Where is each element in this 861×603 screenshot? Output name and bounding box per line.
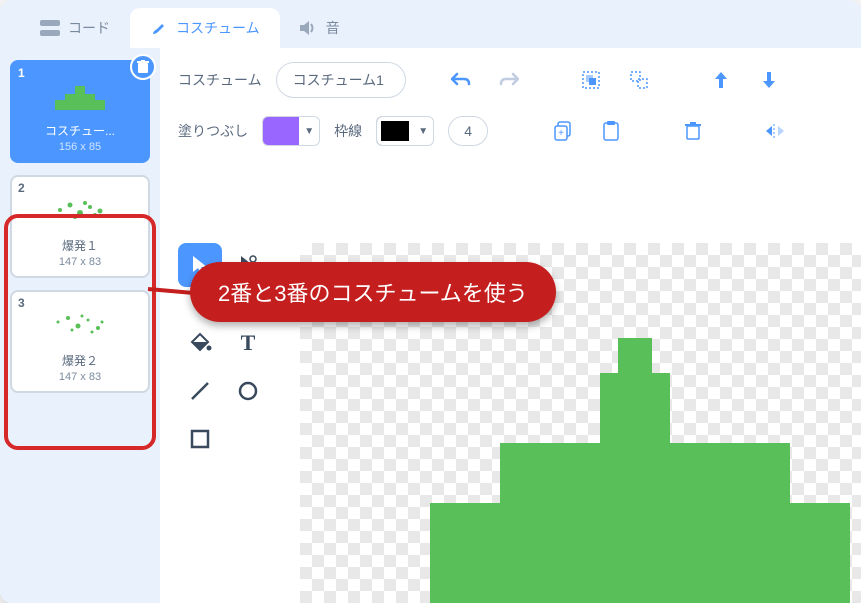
tab-costumes[interactable]: コスチューム xyxy=(130,8,280,48)
svg-text:+: + xyxy=(558,128,564,139)
down-arrow-icon xyxy=(762,71,776,89)
paste-button[interactable] xyxy=(594,114,628,148)
undo-button[interactable] xyxy=(444,63,478,97)
outline-width-input[interactable]: 4 xyxy=(448,116,488,146)
tabs: コード コスチューム 音 xyxy=(0,0,861,48)
copy-icon: + xyxy=(554,121,572,141)
annotation-text: 2番と3番のコスチュームを使う xyxy=(218,281,528,306)
up-arrow-icon xyxy=(714,71,728,89)
paint-editor: コスチューム コスチューム1 塗りつぶし ▼ 枠線 xyxy=(160,48,861,603)
tab-costumes-label: コスチューム xyxy=(176,18,260,38)
thumb-name: 爆発２ xyxy=(16,352,144,369)
rect-tool[interactable] xyxy=(178,417,222,461)
fill-tool[interactable] xyxy=(178,321,222,365)
fill-swatch xyxy=(263,117,299,145)
thumb-name: コスチュー... xyxy=(16,122,144,139)
line-icon xyxy=(189,380,211,402)
thumb-preview xyxy=(16,72,144,118)
fill-color-picker[interactable]: ▼ xyxy=(262,116,320,146)
annotation-callout: 2番と3番のコスチュームを使う xyxy=(190,262,556,322)
chevron-down-icon: ▼ xyxy=(299,117,319,145)
costume-thumb-2[interactable]: 2 爆発１ 147 x 83 xyxy=(10,175,150,278)
costume-thumb-1[interactable]: 1 コスチュー... 156 x 85 xyxy=(10,60,150,163)
flip-horizontal-button[interactable] xyxy=(758,114,792,148)
sound-icon xyxy=(300,20,318,36)
chevron-down-icon: ▼ xyxy=(413,117,433,145)
name-row: コスチューム コスチューム1 xyxy=(178,62,843,98)
flip-h-icon xyxy=(765,122,785,140)
outline-color-picker[interactable]: ▼ xyxy=(376,116,434,146)
bucket-icon xyxy=(188,332,212,354)
trash-icon xyxy=(685,122,701,140)
thumb-preview xyxy=(16,302,144,348)
outline-swatch xyxy=(377,117,413,145)
code-icon xyxy=(40,20,60,36)
text-tool[interactable]: T xyxy=(226,321,270,365)
thumb-number: 3 xyxy=(18,296,25,310)
copy-button[interactable]: + xyxy=(546,114,580,148)
delete-button[interactable] xyxy=(676,114,710,148)
circle-icon xyxy=(237,380,259,402)
tab-code[interactable]: コード xyxy=(20,8,130,48)
group-button[interactable] xyxy=(574,63,608,97)
thumb-dimensions: 147 x 83 xyxy=(16,256,144,268)
text-icon: T xyxy=(241,330,256,356)
tab-sounds-label: 音 xyxy=(326,18,340,38)
thumb-name: 爆発１ xyxy=(16,237,144,254)
thumb-preview xyxy=(16,187,144,233)
costume-label: コスチューム xyxy=(178,70,262,90)
costume-list: 1 コスチュー... 156 x 85 2 爆発１ 147 x 83 xyxy=(0,48,160,603)
thumb-dimensions: 147 x 83 xyxy=(16,371,144,383)
square-icon xyxy=(189,428,211,450)
forward-button[interactable] xyxy=(704,63,738,97)
outline-label: 枠線 xyxy=(334,121,362,141)
ungroup-button[interactable] xyxy=(622,63,656,97)
redo-icon xyxy=(499,72,519,88)
costume-name-input[interactable]: コスチューム1 xyxy=(276,62,406,98)
color-row: 塗りつぶし ▼ 枠線 ▼ 4 + xyxy=(178,114,843,148)
tab-code-label: コード xyxy=(68,18,110,38)
editor-body: 1 コスチュー... 156 x 85 2 爆発１ 147 x 83 xyxy=(0,48,861,603)
paste-icon xyxy=(602,121,620,141)
ungroup-icon xyxy=(629,70,649,90)
delete-costume-button[interactable] xyxy=(130,54,156,80)
undo-icon xyxy=(451,72,471,88)
thumb-number: 2 xyxy=(18,181,25,195)
line-tool[interactable] xyxy=(178,369,222,413)
tab-sounds[interactable]: 音 xyxy=(280,8,360,48)
costume-thumb-3[interactable]: 3 爆発２ 147 x 83 xyxy=(10,290,150,393)
trash-icon xyxy=(137,60,149,74)
scratch-costume-editor: コード コスチューム 音 1 コスチュー... 156 x 85 xyxy=(0,0,861,603)
redo-button[interactable] xyxy=(492,63,526,97)
backward-button[interactable] xyxy=(752,63,786,97)
circle-tool[interactable] xyxy=(226,369,270,413)
fill-label: 塗りつぶし xyxy=(178,121,248,141)
thumb-number: 1 xyxy=(18,66,25,80)
thumb-dimensions: 156 x 85 xyxy=(16,141,144,153)
group-icon xyxy=(581,70,601,90)
brush-icon xyxy=(150,19,168,37)
